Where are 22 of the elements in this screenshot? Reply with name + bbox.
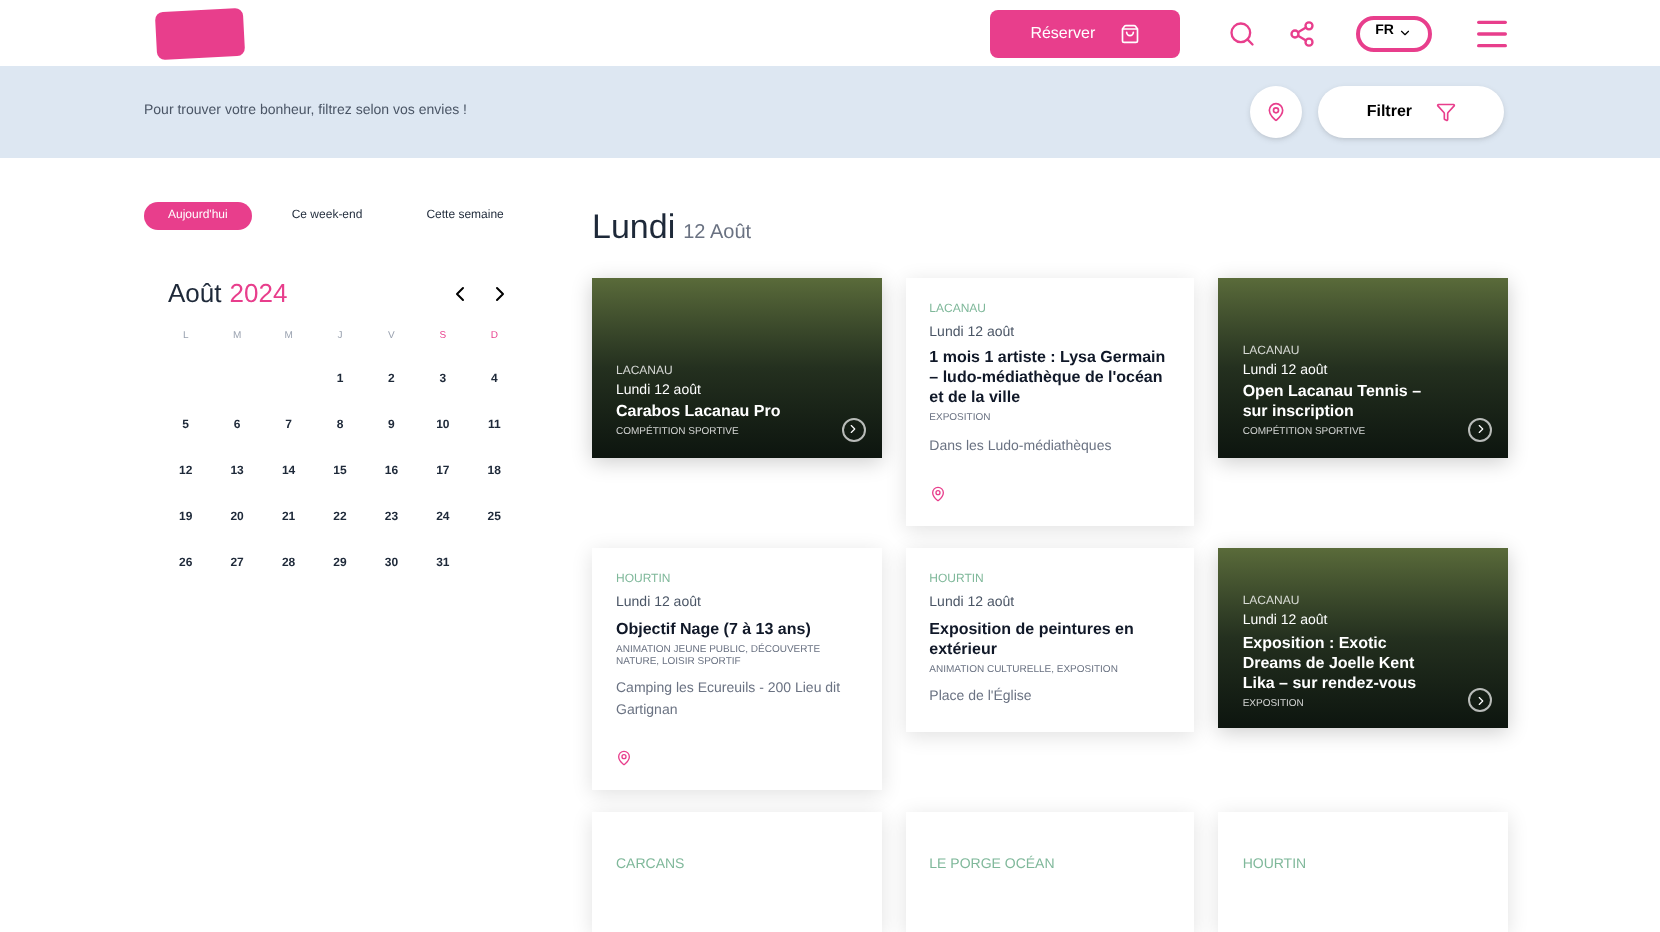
event-title: Objectif Nage (7 à 13 ans): [616, 619, 813, 639]
day-heading: Lundi: [592, 206, 676, 251]
filter-icon: [1436, 102, 1456, 123]
day-heading-date: 12 Août: [683, 220, 752, 249]
shopping-bag-icon: [1119, 23, 1140, 43]
event-title: 1 mois 1 artiste : Lysa Germain – ludo-médiathèque de l'océan et de la ville: [929, 348, 1168, 409]
map-pin-icon[interactable]: [929, 486, 946, 502]
year-label: 2024: [229, 276, 288, 313]
search-icon[interactable]: [1227, 19, 1256, 47]
month-label: Août: [168, 276, 222, 313]
location-button[interactable]: [1250, 86, 1303, 139]
caret-icon: [1398, 26, 1412, 40]
map-pin-icon[interactable]: [616, 750, 632, 766]
event-title: Exposition : Exotic Dreams de Joelle Kent Lika – sur rendez-vous: [1242, 633, 1419, 693]
share-icon[interactable]: [1287, 19, 1316, 47]
filter-button[interactable]: Filtrer: [1318, 86, 1504, 139]
book-button[interactable]: Réserver: [990, 9, 1180, 57]
event-title: Carabos Lacanau Pro: [616, 402, 783, 423]
logo[interactable]: [154, 6, 246, 60]
event-title: Open Lacanau Tennis – sur inscription: [1242, 382, 1424, 423]
map-pin-icon: [1266, 102, 1287, 123]
event-title: Exposition de peintures en extérieur: [929, 619, 1136, 659]
